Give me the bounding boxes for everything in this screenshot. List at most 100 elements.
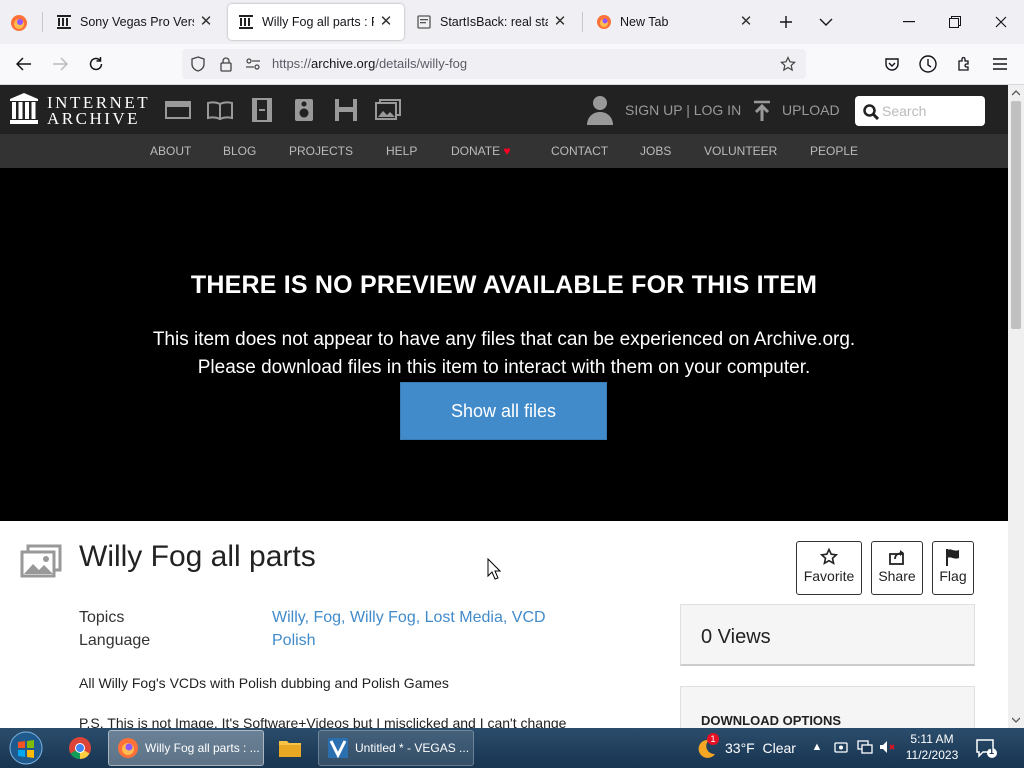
file-explorer-icon[interactable] <box>270 730 310 766</box>
item-description-ps: P.S. This is not Image. It's Software+Vi… <box>79 715 567 728</box>
nav-jobs[interactable]: JOBS <box>640 144 671 158</box>
nav-donate[interactable]: DONATE ♥ <box>451 144 511 158</box>
forward-arrow-icon[interactable] <box>48 52 72 76</box>
ia-logo[interactable]: INTERNET ARCHIVE <box>9 93 149 127</box>
close-window-icon[interactable] <box>978 0 1024 44</box>
nav-contact[interactable]: CONTACT <box>551 144 608 158</box>
download-options-panel: DOWNLOAD OPTIONS <box>680 686 975 728</box>
nav-projects[interactable]: PROJECTS <box>289 144 353 158</box>
image-item-icon <box>20 544 62 578</box>
bookmark-star-icon[interactable] <box>780 56 796 72</box>
flag-icon <box>946 549 959 566</box>
language-link[interactable]: Polish <box>272 632 316 650</box>
favorite-label: Favorite <box>803 568 855 584</box>
taskbar-task-firefox[interactable]: Willy Fog all parts : ... <box>108 730 264 766</box>
favorite-button[interactable]: Favorite <box>796 541 862 595</box>
logo-text: INTERNET ARCHIVE <box>47 94 150 127</box>
topics-values: Willy, Fog, Willy Fog, Lost Media, VCD <box>272 609 546 626</box>
network-icon[interactable] <box>856 738 874 756</box>
views-count: 0 Views <box>701 626 771 648</box>
search-placeholder: Search <box>882 103 927 119</box>
texts-icon[interactable] <box>207 97 233 123</box>
star-icon <box>820 548 838 565</box>
nav-blog[interactable]: BLOG <box>223 144 256 158</box>
preview-line-1: This item does not appear to have any fi… <box>152 329 856 350</box>
extensions-icon[interactable] <box>952 52 976 76</box>
topic-link[interactable]: Lost Media <box>425 609 503 626</box>
preview-title: THERE IS NO PREVIEW AVAILABLE FOR THIS I… <box>190 271 818 299</box>
scrollbar-thumb[interactable] <box>1011 101 1021 329</box>
volume-muted-icon[interactable] <box>878 738 896 756</box>
permissions-icon[interactable] <box>245 56 261 72</box>
pocket-icon[interactable] <box>880 52 904 76</box>
preview-panel: THERE IS NO PREVIEW AVAILABLE FOR THIS I… <box>0 168 1008 521</box>
flag-button[interactable]: Flag <box>932 541 974 595</box>
scroll-up-icon[interactable] <box>1008 85 1024 101</box>
heart-icon: ♥ <box>503 144 511 158</box>
search-input[interactable]: Search <box>855 96 985 126</box>
weather-widget[interactable]: 1 33°F Clear <box>695 733 796 760</box>
clock-time: 5:11 AM <box>910 732 954 746</box>
close-icon[interactable]: ✕ <box>738 14 754 30</box>
share-button[interactable]: Share <box>871 541 923 595</box>
browser-nav-bar: https://archive.org/details/willy-fog <box>0 44 1024 85</box>
language-label: Language <box>79 632 151 649</box>
lock-icon[interactable] <box>218 56 234 72</box>
list-tabs-chevron-icon[interactable] <box>814 10 838 34</box>
reload-icon[interactable] <box>84 52 108 76</box>
user-avatar-icon[interactable] <box>586 94 614 126</box>
firefox-menu-icon[interactable] <box>8 12 30 34</box>
topic-link[interactable]: Willy Fog <box>350 609 416 626</box>
close-icon[interactable]: ✕ <box>552 14 568 30</box>
scroll-down-icon[interactable] <box>1008 712 1024 728</box>
signup-login-link[interactable]: SIGN UP | LOG IN <box>625 102 741 118</box>
new-tab-plus-icon[interactable] <box>774 10 798 34</box>
tab-willy-fog[interactable]: Willy Fog all parts : Free ✕ <box>228 4 404 40</box>
taskbar-task-vegas[interactable]: Untitled * - VEGAS ... <box>318 730 474 766</box>
nav-volunteer[interactable]: VOLUNTEER <box>704 144 777 158</box>
close-icon[interactable]: ✕ <box>198 14 214 30</box>
video-icon[interactable] <box>249 97 275 123</box>
web-icon[interactable] <box>165 97 191 123</box>
tab-startisback[interactable]: StartIsBack: real start m ✕ <box>406 4 578 40</box>
minimize-icon[interactable] <box>886 0 932 44</box>
ia-sub-nav: ABOUT BLOG PROJECTS HELP DONATE ♥ CONTAC… <box>0 134 1008 168</box>
shield-icon[interactable] <box>190 56 206 72</box>
clock[interactable]: 5:11 AM 11/2/2023 <box>900 731 964 763</box>
close-icon[interactable]: ✕ <box>378 14 394 30</box>
account-icon[interactable] <box>916 52 940 76</box>
show-all-files-button[interactable]: Show all files <box>400 382 607 440</box>
tab-title: StartIsBack: real start m <box>440 15 548 29</box>
vertical-scrollbar[interactable] <box>1008 85 1024 728</box>
restore-icon[interactable] <box>932 0 978 44</box>
nav-about[interactable]: ABOUT <box>150 144 191 158</box>
views-panel: 0 Views <box>680 604 975 666</box>
notification-center-icon[interactable]: 1 <box>975 737 997 759</box>
audio-icon[interactable] <box>291 97 317 123</box>
weather-icon: 1 <box>695 733 719 759</box>
start-button-icon[interactable] <box>6 730 46 766</box>
tab-new-tab[interactable]: New Tab ✕ <box>586 4 764 40</box>
meet-now-icon[interactable] <box>832 738 850 756</box>
url-text[interactable]: https://archive.org/details/willy-fog <box>272 56 467 71</box>
topic-link[interactable]: Willy <box>272 609 305 626</box>
topic-link[interactable]: Fog <box>313 609 341 626</box>
hamburger-menu-icon[interactable] <box>988 52 1012 76</box>
upload-link[interactable]: UPLOAD <box>782 102 840 118</box>
nav-people[interactable]: PEOPLE <box>810 144 858 158</box>
topics-label: Topics <box>79 609 125 626</box>
item-title: Willy Fog all parts <box>79 540 316 573</box>
url-bar[interactable]: https://archive.org/details/willy-fog <box>182 49 806 79</box>
show-hidden-icons-chevron-icon[interactable]: ▲ <box>808 738 826 756</box>
browser-tab-bar: Sony Vegas Pro Version ✕ Willy Fog all p… <box>0 0 1024 44</box>
firefox-icon <box>597 15 611 29</box>
topic-link[interactable]: VCD <box>512 609 546 626</box>
software-icon[interactable] <box>333 97 359 123</box>
clock-date: 11/2/2023 <box>905 748 959 762</box>
images-icon[interactable] <box>375 97 401 123</box>
back-arrow-icon[interactable] <box>12 52 36 76</box>
tab-sony-vegas[interactable]: Sony Vegas Pro Version ✕ <box>46 4 224 40</box>
nav-help[interactable]: HELP <box>386 144 417 158</box>
upload-icon[interactable] <box>752 100 772 122</box>
chrome-icon[interactable] <box>60 730 100 766</box>
